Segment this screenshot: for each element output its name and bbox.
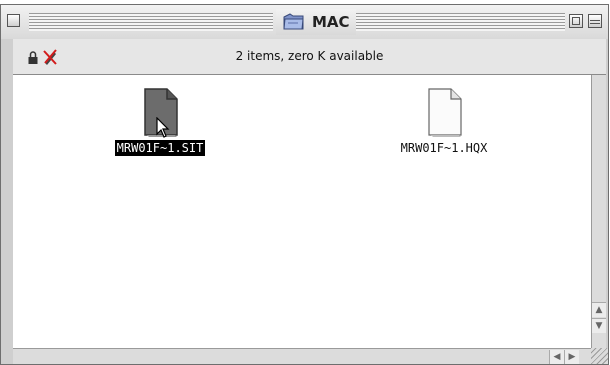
vertical-scrollbar[interactable]: ▲ ▼	[591, 75, 606, 348]
document-icon[interactable]	[424, 87, 464, 137]
title-stripes-left	[29, 13, 273, 31]
horizontal-scrollbar[interactable]: ◀ ▶	[13, 348, 591, 364]
file-item[interactable]: MRW01F~1.HQX	[379, 87, 509, 156]
scroll-right-arrow-icon[interactable]: ▶	[564, 350, 579, 364]
info-header: 2 items, zero K available	[13, 39, 606, 75]
window-title-text: MAC	[312, 13, 350, 31]
items-status: 2 items, zero K available	[235, 49, 384, 63]
scroll-left-arrow-icon[interactable]: ◀	[549, 350, 564, 364]
collapse-box[interactable]	[588, 14, 602, 28]
scroll-up-arrow-icon[interactable]: ▲	[592, 302, 606, 317]
title-stripes-right	[355, 13, 565, 31]
window-title: MAC	[276, 9, 356, 35]
arrow-cursor-icon	[156, 117, 170, 138]
zoom-box[interactable]	[569, 14, 583, 28]
scroll-down-arrow-icon[interactable]: ▼	[592, 318, 606, 333]
resize-grow-box[interactable]	[591, 348, 608, 364]
file-area[interactable]: MRW01F~1.SIT MRW01F~1.HQX	[13, 75, 591, 348]
title-bar[interactable]: MAC	[1, 5, 608, 39]
close-box[interactable]	[7, 14, 20, 27]
finder-window: MAC 2 items, zero K available MRW01F~1.S…	[0, 4, 609, 365]
folder-icon	[283, 13, 304, 30]
file-name[interactable]: MRW01F~1.HQX	[399, 140, 490, 156]
file-name[interactable]: MRW01F~1.SIT	[114, 140, 206, 156]
